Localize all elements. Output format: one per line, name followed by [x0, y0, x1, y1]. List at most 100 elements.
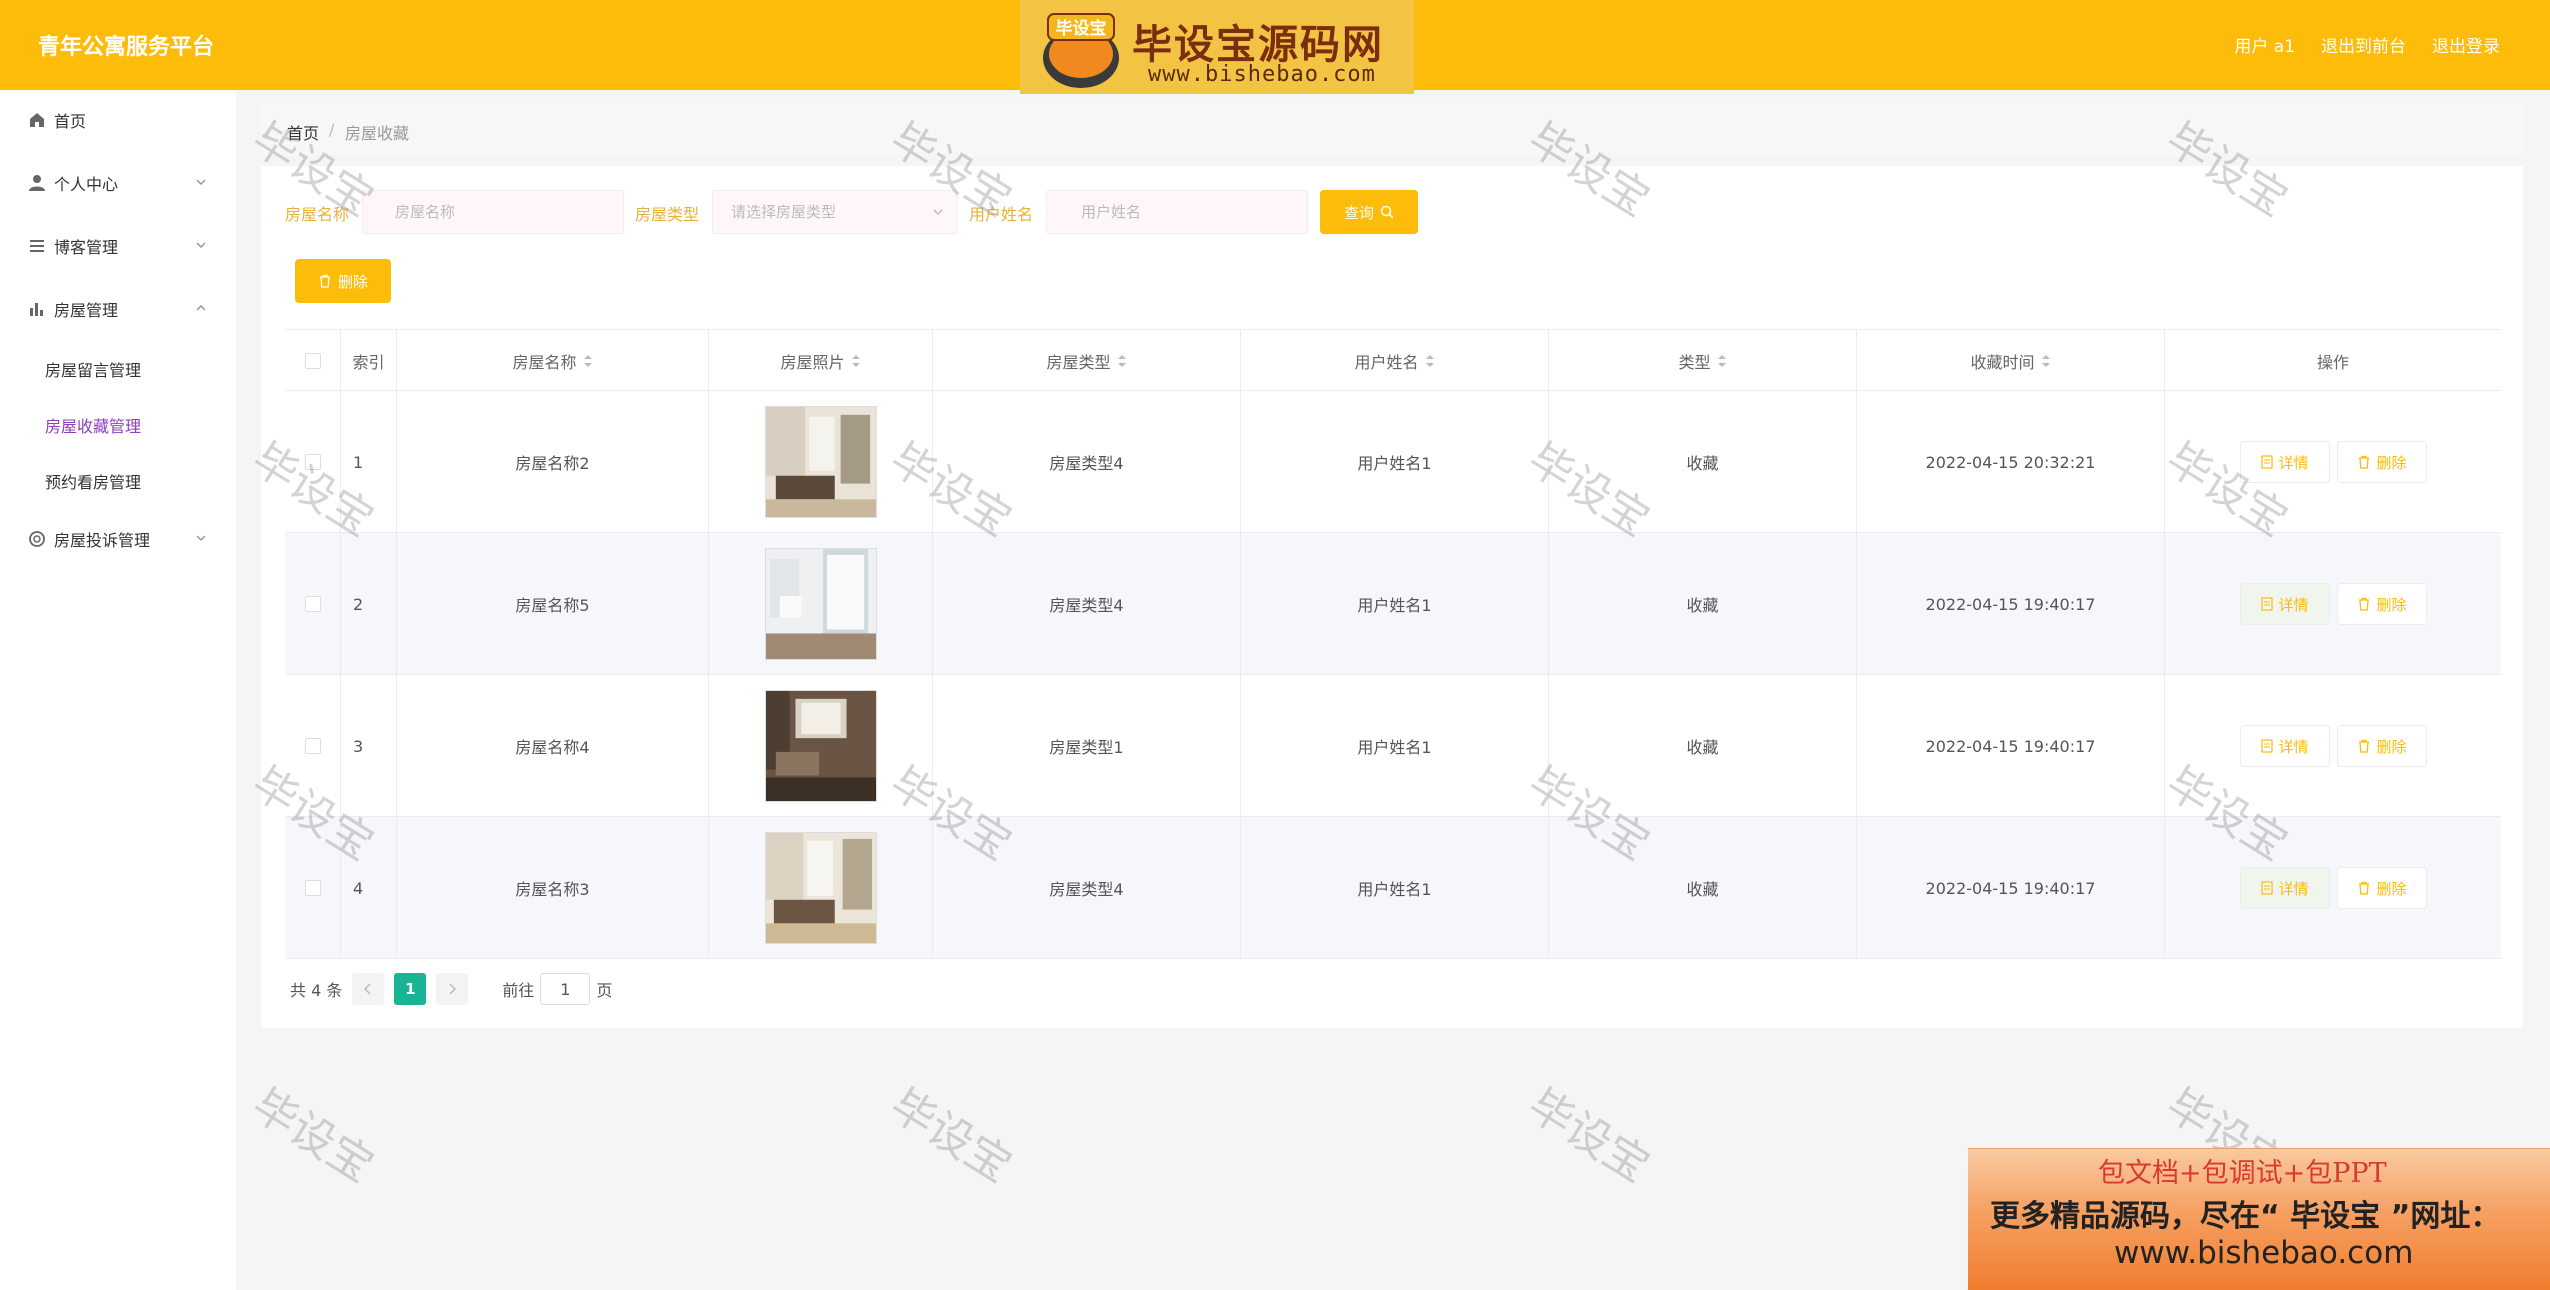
detail-label: 详情: [2278, 595, 2309, 614]
sidebar-sub-favorite[interactable]: 房屋收藏管理: [45, 413, 141, 437]
detail-button[interactable]: 详情: [2240, 725, 2330, 767]
sidebar-item-house[interactable]: 房屋管理: [0, 289, 236, 329]
row-type: 房屋类型1: [933, 675, 1241, 817]
row-checkbox[interactable]: [304, 596, 321, 612]
row-kind: 收藏: [1549, 533, 1857, 675]
row-checkbox[interactable]: [304, 738, 321, 754]
header-time[interactable]: 收藏时间: [1857, 330, 2165, 392]
delete-label: 删除: [2376, 595, 2407, 614]
chevron-down-icon: [196, 535, 206, 542]
header-kind[interactable]: 类型: [1549, 330, 1857, 392]
watermark-logo: 毕设宝 毕设宝源码网 www.bishebao.com: [1020, 0, 1414, 94]
row-index: 2: [341, 533, 397, 675]
chevron-down-icon: [933, 209, 943, 216]
row-checkbox[interactable]: [304, 880, 321, 896]
chevron-right-icon: [449, 983, 457, 995]
logo-url: www.bishebao.com: [1148, 62, 1376, 87]
sidebar: 首页 个人中心 博客管理 房屋管理 房屋留言管理 房屋收藏管理 预约看房管理 房…: [0, 90, 236, 1290]
name-search-input[interactable]: 房屋名称: [362, 190, 624, 234]
page-number-current[interactable]: 1: [394, 973, 427, 1005]
top-header: 青年公寓服务平台 毕设宝 毕设宝源码网 www.bishebao.com 用户 …: [0, 0, 2550, 94]
watermark-text: 毕设宝: [243, 1079, 383, 1193]
house-photo[interactable]: [764, 690, 877, 802]
row-user: 用户姓名1: [1241, 391, 1549, 533]
row-kind: 收藏: [1549, 817, 1857, 959]
select-all-checkbox[interactable]: [304, 353, 321, 369]
row-kind: 收藏: [1549, 675, 1857, 817]
next-page-button[interactable]: [436, 973, 469, 1005]
detail-label: 详情: [2278, 453, 2309, 472]
ad-line-2: 更多精品源码，尽在“ 毕设宝 ”网址：: [1990, 1199, 2501, 1234]
user-icon: [29, 175, 45, 191]
breadcrumb-home[interactable]: 首页: [287, 120, 319, 144]
sidebar-item-blog[interactable]: 博客管理: [0, 226, 236, 266]
header-label: 收藏时间: [1970, 353, 2035, 372]
table-row: 3 房屋名称4 房屋类型1 用户姓名1 收藏 2022-04-15 19:40:…: [285, 675, 2501, 817]
detail-button[interactable]: 详情: [2240, 867, 2330, 909]
trash-icon: [319, 274, 330, 288]
header-label: 房屋类型: [1046, 353, 1111, 372]
pagination: 共 4 条 1 前往 1 页: [290, 972, 612, 1006]
sidebar-sub-appointment[interactable]: 预约看房管理: [45, 469, 141, 493]
sidebar-sub-message[interactable]: 房屋留言管理: [45, 357, 141, 381]
logo-badge-text: 毕设宝: [1056, 18, 1107, 39]
trash-icon: [2359, 739, 2370, 753]
total-count: 共 4 条: [290, 981, 343, 1000]
row-index: 3: [341, 675, 397, 817]
header-photo[interactable]: 房屋照片: [709, 330, 933, 392]
house-photo[interactable]: [764, 548, 877, 660]
header-actions: 操作: [2316, 353, 2349, 372]
user-search-input[interactable]: 用户姓名: [1046, 190, 1308, 234]
house-photo[interactable]: [764, 832, 877, 944]
chevron-left-icon: [364, 983, 371, 995]
trash-icon: [2359, 455, 2370, 469]
delete-button[interactable]: 删除: [2337, 441, 2427, 483]
sidebar-item-label: 个人中心: [54, 175, 119, 194]
sort-icon: [851, 355, 860, 367]
delete-button[interactable]: 删除: [2337, 583, 2427, 625]
logout-link[interactable]: 退出登录: [2432, 32, 2500, 57]
document-icon: [2261, 597, 2274, 611]
delete-label: 删除: [2376, 737, 2407, 756]
detail-button[interactable]: 详情: [2240, 583, 2330, 625]
delete-button[interactable]: 删除: [2337, 867, 2427, 909]
row-type: 房屋类型4: [933, 817, 1241, 959]
page-unit-label: 页: [596, 981, 613, 1000]
logo-badge-icon: 毕设宝: [1043, 13, 1119, 88]
query-button[interactable]: 查询: [1320, 190, 1418, 234]
front-link[interactable]: 退出到前台: [2321, 32, 2406, 57]
row-name: 房屋名称3: [397, 817, 709, 959]
table-row: 1 房屋名称2 房屋类型4 用户姓名1 收藏 2022-04-15 20:32:…: [285, 391, 2501, 533]
watermark-text: 毕设宝: [1519, 1079, 1659, 1193]
table-row: 4 房屋名称3 房屋类型4 用户姓名1 收藏 2022-04-15 19:40:…: [285, 817, 2501, 959]
header-type[interactable]: 房屋类型: [933, 330, 1241, 392]
detail-label: 详情: [2278, 879, 2309, 898]
row-time: 2022-04-15 19:40:17: [1857, 675, 2165, 817]
header-name[interactable]: 房屋名称: [397, 330, 709, 392]
row-checkbox[interactable]: [304, 454, 321, 470]
user-label[interactable]: 用户 a1: [2234, 32, 2295, 57]
sidebar-item-home[interactable]: 首页: [0, 100, 236, 140]
goto-page-input[interactable]: 1: [540, 973, 591, 1005]
batch-delete-button[interactable]: 删除: [295, 259, 391, 303]
goto-label: 前往: [502, 981, 535, 1000]
delete-label: 删除: [2376, 453, 2407, 472]
row-name: 房屋名称5: [397, 533, 709, 675]
type-select[interactable]: 请选择房屋类型: [712, 190, 958, 234]
delete-button[interactable]: 删除: [2337, 725, 2427, 767]
document-icon: [2261, 455, 2274, 469]
prev-page-button[interactable]: [352, 973, 385, 1005]
home-icon: [30, 113, 44, 127]
house-photo[interactable]: [764, 406, 877, 518]
bar-chart-icon: [30, 303, 43, 316]
sidebar-item-personal[interactable]: 个人中心: [0, 163, 236, 203]
header-label: 用户姓名: [1354, 353, 1419, 372]
document-icon: [2261, 881, 2274, 895]
detail-button[interactable]: 详情: [2240, 441, 2330, 483]
ad-banner[interactable]: 包文档+包调试+包PPT 更多精品源码，尽在“ 毕设宝 ”网址： www.bis…: [1968, 1148, 2550, 1290]
sidebar-item-label: 房屋管理: [54, 301, 119, 320]
sidebar-item-complaint[interactable]: 房屋投诉管理: [0, 519, 236, 559]
row-name: 房屋名称4: [397, 675, 709, 817]
table-header: 索引 房屋名称 房屋照片 房屋类型 用户姓名 类型 收藏时间 操作: [285, 329, 2501, 392]
header-user[interactable]: 用户姓名: [1241, 330, 1549, 392]
